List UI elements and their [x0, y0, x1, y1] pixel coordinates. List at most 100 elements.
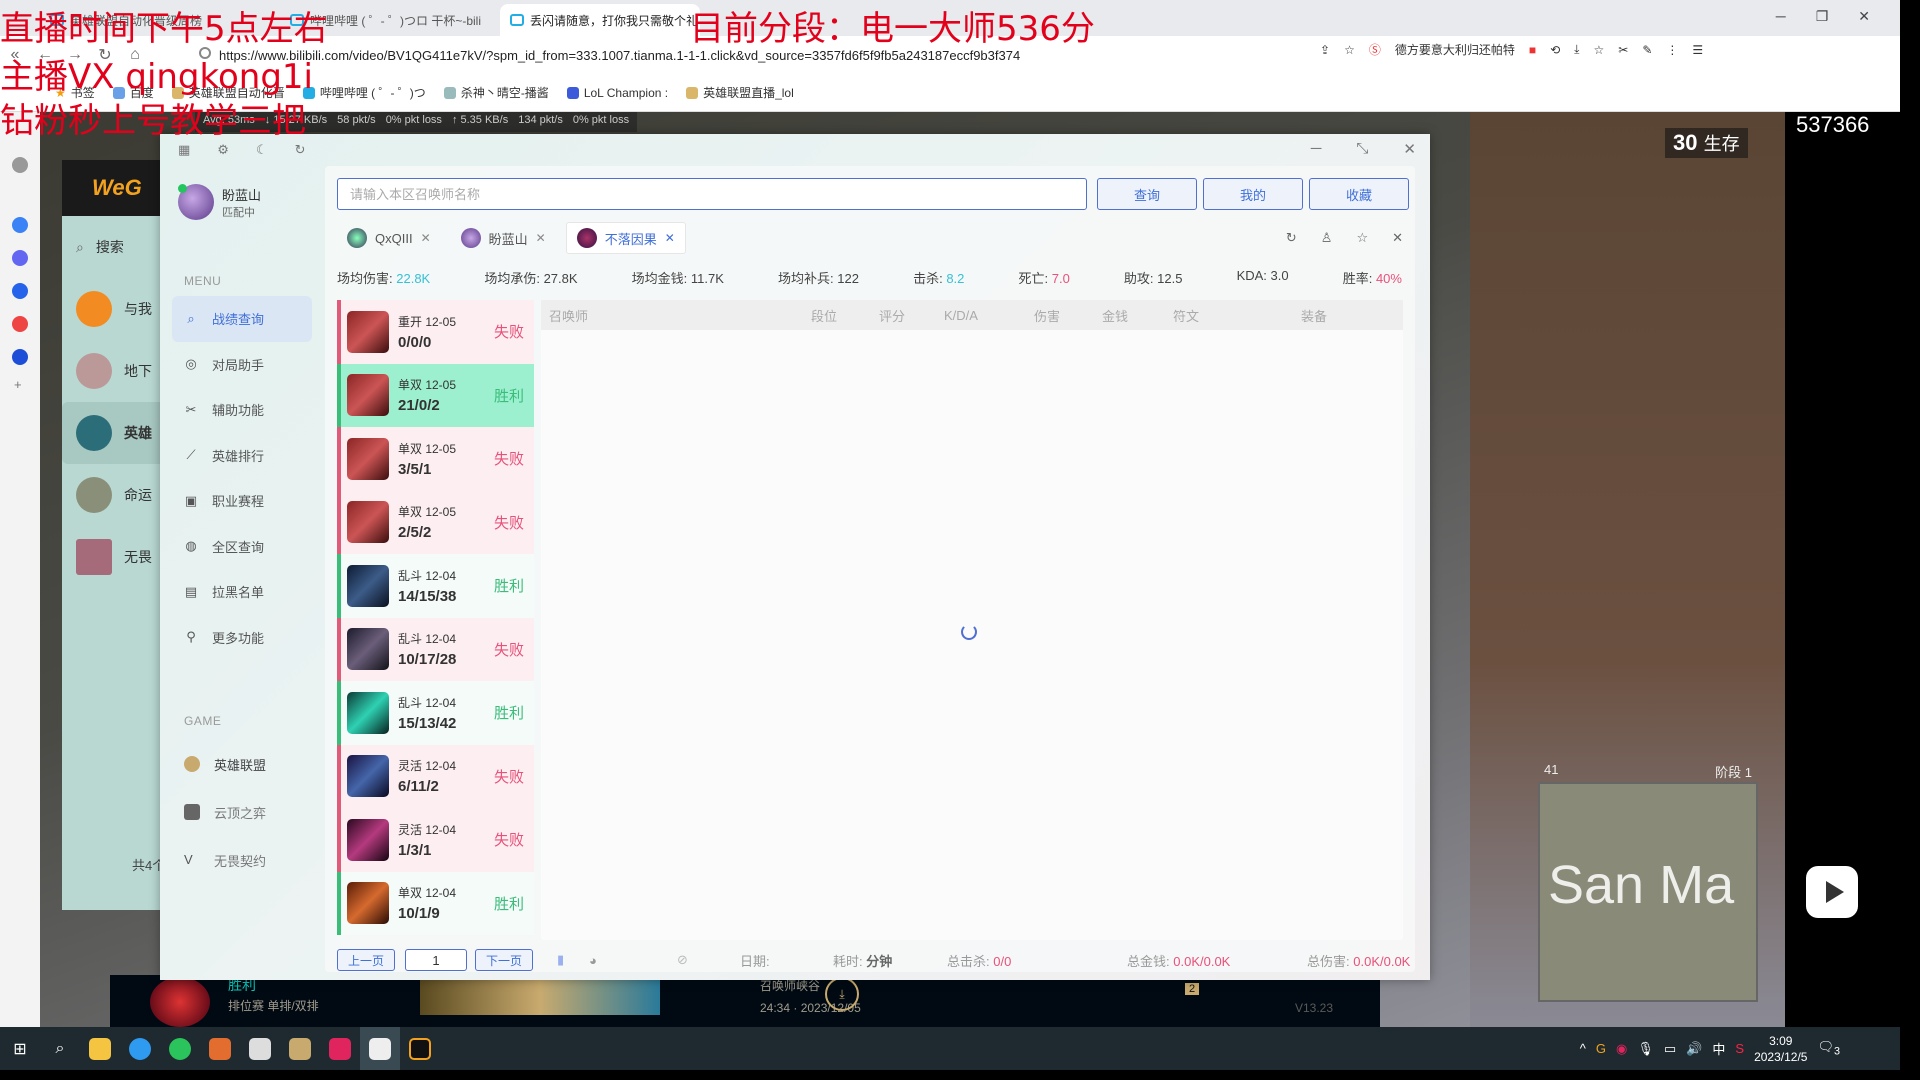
sidebar-icon[interactable] [12, 157, 28, 173]
sidebar-item-blacklist[interactable]: ▤ 拉黑名单 [172, 569, 312, 615]
favorite-button[interactable]: 收藏 [1309, 178, 1409, 210]
bookmark-item[interactable]: 杀神丶晴空-播酱 [443, 84, 549, 101]
match-row[interactable]: 重开 12-05 0/0/0 失败 [337, 300, 534, 364]
match-row[interactable]: 乱斗 12-04 14/15/38 胜利 [337, 554, 534, 618]
volume-icon[interactable]: 🔊 [1686, 1041, 1702, 1057]
column-header: 伤害 [1034, 308, 1061, 324]
network-icon[interactable]: ▭ [1664, 1041, 1676, 1057]
bookmark-star-icon[interactable]: ☆ [1344, 43, 1355, 57]
summoner-tab[interactable]: QxQIII ✕ [337, 222, 441, 254]
clock[interactable]: 3:09 2023/12/5 [1754, 1033, 1807, 1065]
scissors-icon[interactable]: ✂ [1618, 43, 1628, 57]
favorites-icon[interactable]: ☆ [1593, 43, 1604, 57]
chevron-up-icon[interactable]: ^ [1580, 1041, 1586, 1056]
shrink-icon[interactable]: ⤡ [1356, 140, 1368, 158]
windows-start-icon[interactable]: ⊞ [0, 1027, 40, 1070]
sogou-icon[interactable]: S [1735, 1041, 1744, 1056]
menu-icon[interactable]: ☰ [1692, 43, 1703, 57]
bookmark-item[interactable]: LoL Champion : [566, 86, 668, 100]
match-row[interactable]: 单双 12-05 3/5/1 失败 [337, 427, 534, 491]
minimize-icon[interactable]: ─ [1776, 8, 1786, 25]
history-icon[interactable]: ⟲ [1550, 43, 1560, 57]
more-icon[interactable]: ⋮ [1666, 43, 1678, 57]
refresh-icon[interactable]: ↻ [1286, 230, 1297, 246]
refresh-icon[interactable]: ↻ [295, 142, 306, 158]
restore-icon[interactable]: ❐ [1816, 8, 1829, 25]
close-icon[interactable]: ✕ [1403, 140, 1416, 158]
query-button[interactable]: 查询 [1097, 178, 1197, 210]
ban-icon[interactable]: ⊘ [677, 952, 688, 968]
sidebar-icon[interactable] [12, 349, 28, 365]
match-row[interactable]: 单双 12-05 2/5/2 失败 [337, 490, 534, 554]
match-row[interactable]: 灵活 12-04 1/3/1 失败 [337, 808, 534, 872]
close-icon[interactable]: ✕ [421, 231, 431, 245]
add-icon[interactable]: + [14, 377, 22, 392]
app-icon[interactable] [200, 1027, 240, 1070]
star-icon[interactable]: ☆ [1356, 230, 1368, 246]
microphone-icon[interactable]: 🎙 [1637, 1041, 1654, 1057]
wegame-tray-icon[interactable]: G [1596, 1041, 1606, 1056]
notification-icon[interactable]: 🗨3 [1817, 1039, 1840, 1058]
bookmark-item[interactable]: 英雄联盟直播_lol [686, 84, 794, 101]
minimize-icon[interactable]: ─ [1311, 140, 1322, 158]
search-icon[interactable]: ⌕ [40, 1027, 80, 1070]
wechat-icon[interactable] [160, 1027, 200, 1070]
game-item-lol[interactable]: 英雄联盟 [172, 740, 312, 788]
prev-page-button[interactable]: 上一页 [337, 949, 395, 971]
sidebar-item-global-search[interactable]: ◍ 全区查询 [172, 524, 312, 570]
sidebar-icon[interactable] [12, 217, 28, 233]
download-icon[interactable]: ⤓ [825, 977, 859, 1011]
sidebar-icon[interactable] [12, 316, 28, 332]
wegame-icon[interactable] [400, 1027, 440, 1070]
close-icon[interactable]: ✕ [1858, 8, 1870, 25]
netease-tray-icon[interactable]: ◉ [1616, 1041, 1627, 1057]
pie-chart-icon[interactable]: ◕ [589, 953, 597, 968]
match-row[interactable]: 乱斗 12-04 10/17/28 失败 [337, 617, 534, 681]
close-icon[interactable]: ✕ [1392, 230, 1403, 246]
netease-music-icon[interactable] [320, 1027, 360, 1070]
close-icon[interactable]: ✕ [665, 231, 675, 245]
match-row[interactable]: 单双 12-04 10/1/9 胜利 [337, 871, 534, 935]
next-page-button[interactable]: 下一页 [475, 949, 533, 971]
share-icon[interactable]: ⇪ [1320, 43, 1330, 57]
search-engine-icon[interactable]: Ⓢ [1369, 41, 1381, 58]
page-number-input[interactable] [405, 949, 467, 971]
ime-indicator[interactable]: 中 [1712, 1039, 1725, 1058]
moon-icon[interactable]: ☾ [256, 142, 268, 158]
summoner-tab[interactable]: 盼蓝山 ✕ [451, 222, 556, 254]
match-row[interactable]: 灵活 12-04 6/11/2 失败 [337, 744, 534, 808]
match-row[interactable]: 乱斗 12-04 15/13/42 胜利 [337, 681, 534, 745]
sidebar-item-game-assistant[interactable]: ◎ 对局助手 [172, 342, 312, 388]
lol-icon[interactable] [280, 1027, 320, 1070]
bookmark-item[interactable]: 哔哩哔哩 ( ゜- ゜)つ [302, 84, 426, 101]
summoner-tab-active[interactable]: 不落因果 ✕ [565, 222, 686, 254]
game-item-tft[interactable]: 云顶之弈 [172, 788, 312, 836]
sidebar-item-tools[interactable]: ✂ 辅助功能 [172, 387, 312, 433]
sidebar-item-match-history[interactable]: ⌕ 战绩查询 [172, 296, 312, 342]
app-icon[interactable] [360, 1027, 400, 1070]
browser-icon[interactable] [120, 1027, 160, 1070]
sidebar-icon[interactable] [12, 250, 28, 266]
bar-chart-icon[interactable]: ▮ [557, 952, 564, 968]
game-item-valorant[interactable]: V 无畏契约 [172, 836, 312, 884]
sidebar-item-hero-ranking[interactable]: ⟋ 英雄排行 [172, 433, 312, 479]
summoner-search-input[interactable] [337, 178, 1087, 210]
close-icon[interactable]: ✕ [536, 231, 546, 245]
mine-button[interactable]: 我的 [1203, 178, 1303, 210]
sidebar-item-more[interactable]: ⚲ 更多功能 [172, 615, 312, 661]
grid-icon[interactable]: ▦ [178, 142, 190, 158]
file-explorer-icon[interactable] [80, 1027, 120, 1070]
app-icon[interactable] [240, 1027, 280, 1070]
extension-icon[interactable]: ■ [1529, 43, 1536, 57]
play-icon[interactable] [1806, 866, 1858, 918]
sidebar-item-pro-schedule[interactable]: ▣ 职业赛程 [172, 478, 312, 524]
search-hint[interactable]: 德方要意大利归还帕特 [1395, 41, 1515, 58]
user-icon[interactable]: ♙ [1321, 230, 1333, 246]
user-profile[interactable]: 盼蓝山 匹配中 [178, 184, 261, 220]
sidebar-icon[interactable] [12, 283, 28, 299]
edit-icon[interactable]: ✎ [1642, 43, 1652, 57]
match-row[interactable]: 单双 12-05 21/0/2 胜利 [337, 363, 534, 427]
settings-icon[interactable]: ⚙ [217, 142, 229, 158]
download-icon[interactable]: ⤓ [1574, 42, 1579, 57]
browser-tab-active[interactable]: 丢闪请随意，打你我只需敬个礼 [500, 4, 700, 36]
